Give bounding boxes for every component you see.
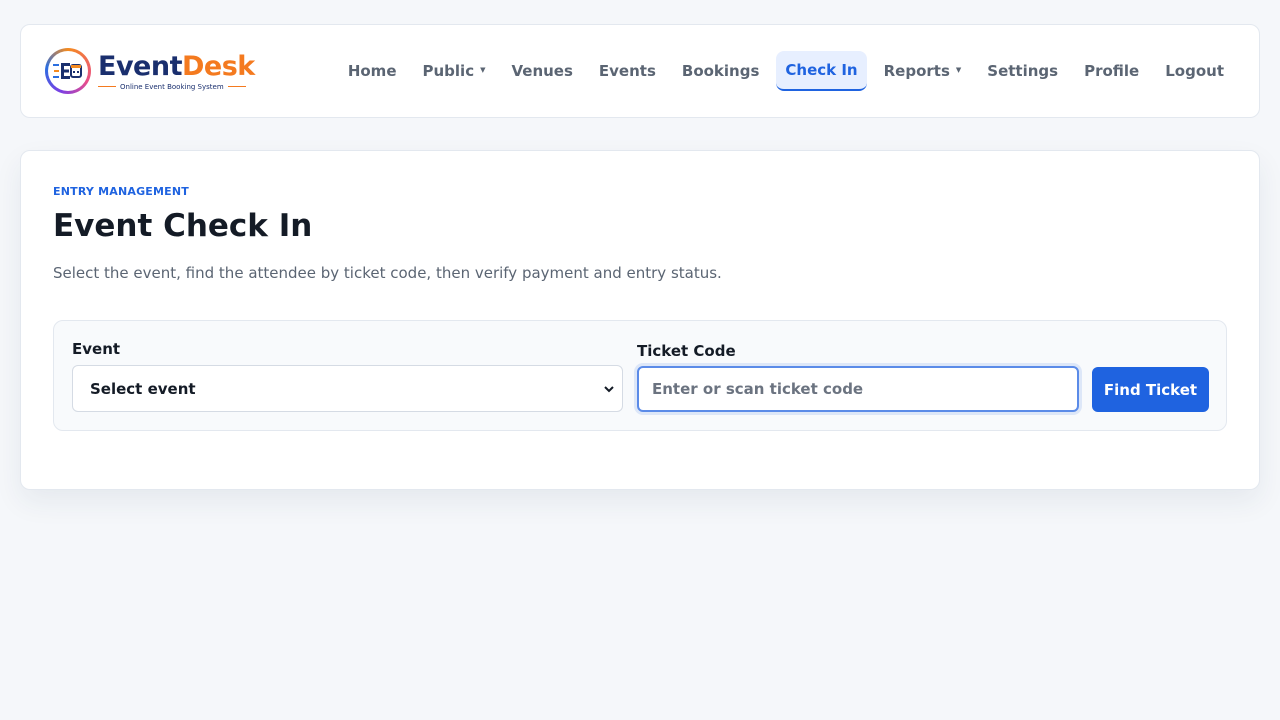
tagline-rule xyxy=(98,86,116,87)
nav-item-label: Public xyxy=(422,62,475,80)
nav-item-label: Profile xyxy=(1084,62,1140,80)
event-label: Event xyxy=(72,340,121,358)
ticket-code-input[interactable] xyxy=(637,366,1079,412)
check-in-form: Event Select event Ticket Code Find Tick… xyxy=(53,320,1227,431)
nav-item-events[interactable]: Events xyxy=(590,51,665,91)
brand-tagline-text: Online Event Booking System xyxy=(120,82,224,91)
caret-down-icon: ▼ xyxy=(480,65,486,74)
find-ticket-button[interactable]: Find Ticket xyxy=(1092,367,1209,412)
main-nav: Home Public ▼ Venues Events Bookings Che… xyxy=(339,51,1233,91)
nav-item-label: Check In xyxy=(785,61,858,79)
page-description: Select the event, find the attendee by t… xyxy=(53,264,722,282)
nav-item-label: Logout xyxy=(1165,62,1224,80)
event-select-value: Select event xyxy=(90,379,196,398)
nav-item-label: Events xyxy=(598,62,656,80)
ticket-code-label: Ticket Code xyxy=(637,342,736,360)
caret-down-icon: ▼ xyxy=(955,65,962,74)
nav-item-settings[interactable]: Settings xyxy=(978,51,1067,91)
brand-name-desk: Desk xyxy=(181,50,255,82)
nav-item-bookings[interactable]: Bookings xyxy=(673,51,769,91)
page-title: Event Check In xyxy=(53,208,313,244)
nav-item-venues[interactable]: Venues xyxy=(502,51,581,91)
brand-tagline: Online Event Booking System xyxy=(98,83,255,91)
nav-item-home[interactable]: Home xyxy=(339,51,406,91)
brand-logo[interactable]: EventDesk Online Event Booking System xyxy=(45,41,255,101)
chevron-down-icon xyxy=(604,382,614,396)
check-in-card: ENTRY MANAGEMENT Event Check In Select t… xyxy=(20,150,1260,490)
nav-item-public[interactable]: Public ▼ xyxy=(414,51,495,91)
page-eyebrow: ENTRY MANAGEMENT xyxy=(53,185,189,198)
nav-item-label: Bookings xyxy=(681,62,760,80)
nav-item-label: Reports xyxy=(883,62,950,80)
brand-text: EventDesk Online Event Booking System xyxy=(98,50,255,91)
event-desk-logo-icon xyxy=(45,48,91,94)
tagline-rule xyxy=(227,86,246,87)
nav-item-profile[interactable]: Profile xyxy=(1075,51,1148,91)
brand-name-event: Event xyxy=(98,50,182,82)
nav-item-logout[interactable]: Logout xyxy=(1156,51,1233,91)
nav-item-check-in[interactable]: Check In xyxy=(776,51,867,91)
nav-item-label: Settings xyxy=(987,62,1059,80)
brand-name: EventDesk xyxy=(98,50,255,82)
nav-item-label: Venues xyxy=(511,62,573,80)
event-select[interactable]: Select event xyxy=(72,365,623,412)
nav-item-label: Home xyxy=(347,62,397,80)
nav-item-reports[interactable]: Reports ▼ xyxy=(875,51,971,91)
top-navbar: EventDesk Online Event Booking System Ho… xyxy=(20,24,1260,118)
